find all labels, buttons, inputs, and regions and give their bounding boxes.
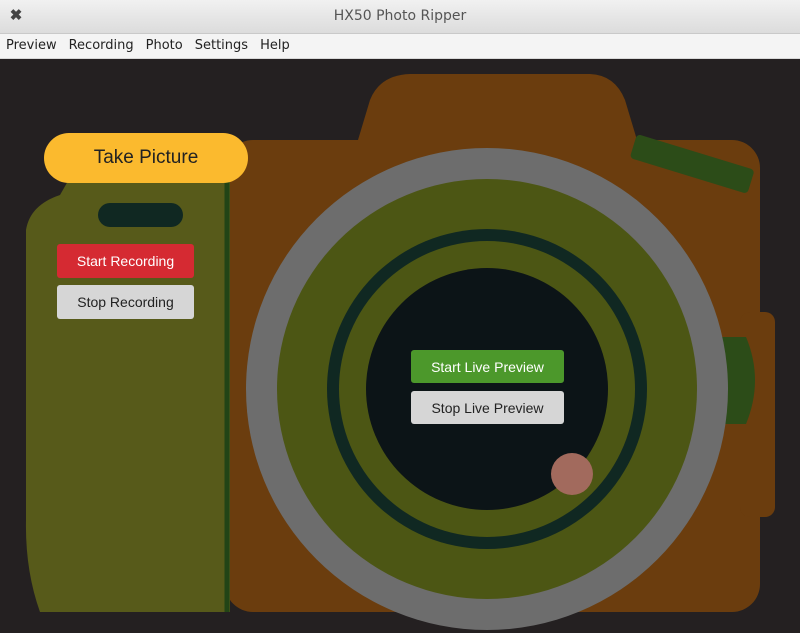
start-recording-button[interactable]: Start Recording (57, 244, 194, 278)
menu-photo[interactable]: Photo (140, 34, 189, 58)
camera-top-hump (355, 74, 640, 150)
window-titlebar: ✖ HX50 Photo Ripper (0, 0, 800, 34)
menu-bar: Preview Recording Photo Settings Help (0, 34, 800, 59)
menu-settings[interactable]: Settings (189, 34, 254, 58)
stop-recording-button[interactable]: Stop Recording (57, 285, 194, 319)
grip-slot (98, 203, 183, 227)
stop-live-preview-button[interactable]: Stop Live Preview (411, 391, 564, 424)
start-live-preview-button[interactable]: Start Live Preview (411, 350, 564, 383)
lens-reflection-dot (551, 453, 593, 495)
menu-preview[interactable]: Preview (0, 34, 63, 58)
menu-help[interactable]: Help (254, 34, 296, 58)
camera-grip (25, 160, 230, 612)
menu-recording[interactable]: Recording (63, 34, 140, 58)
window-title: HX50 Photo Ripper (333, 8, 467, 24)
take-picture-button[interactable]: Take Picture (44, 133, 248, 183)
